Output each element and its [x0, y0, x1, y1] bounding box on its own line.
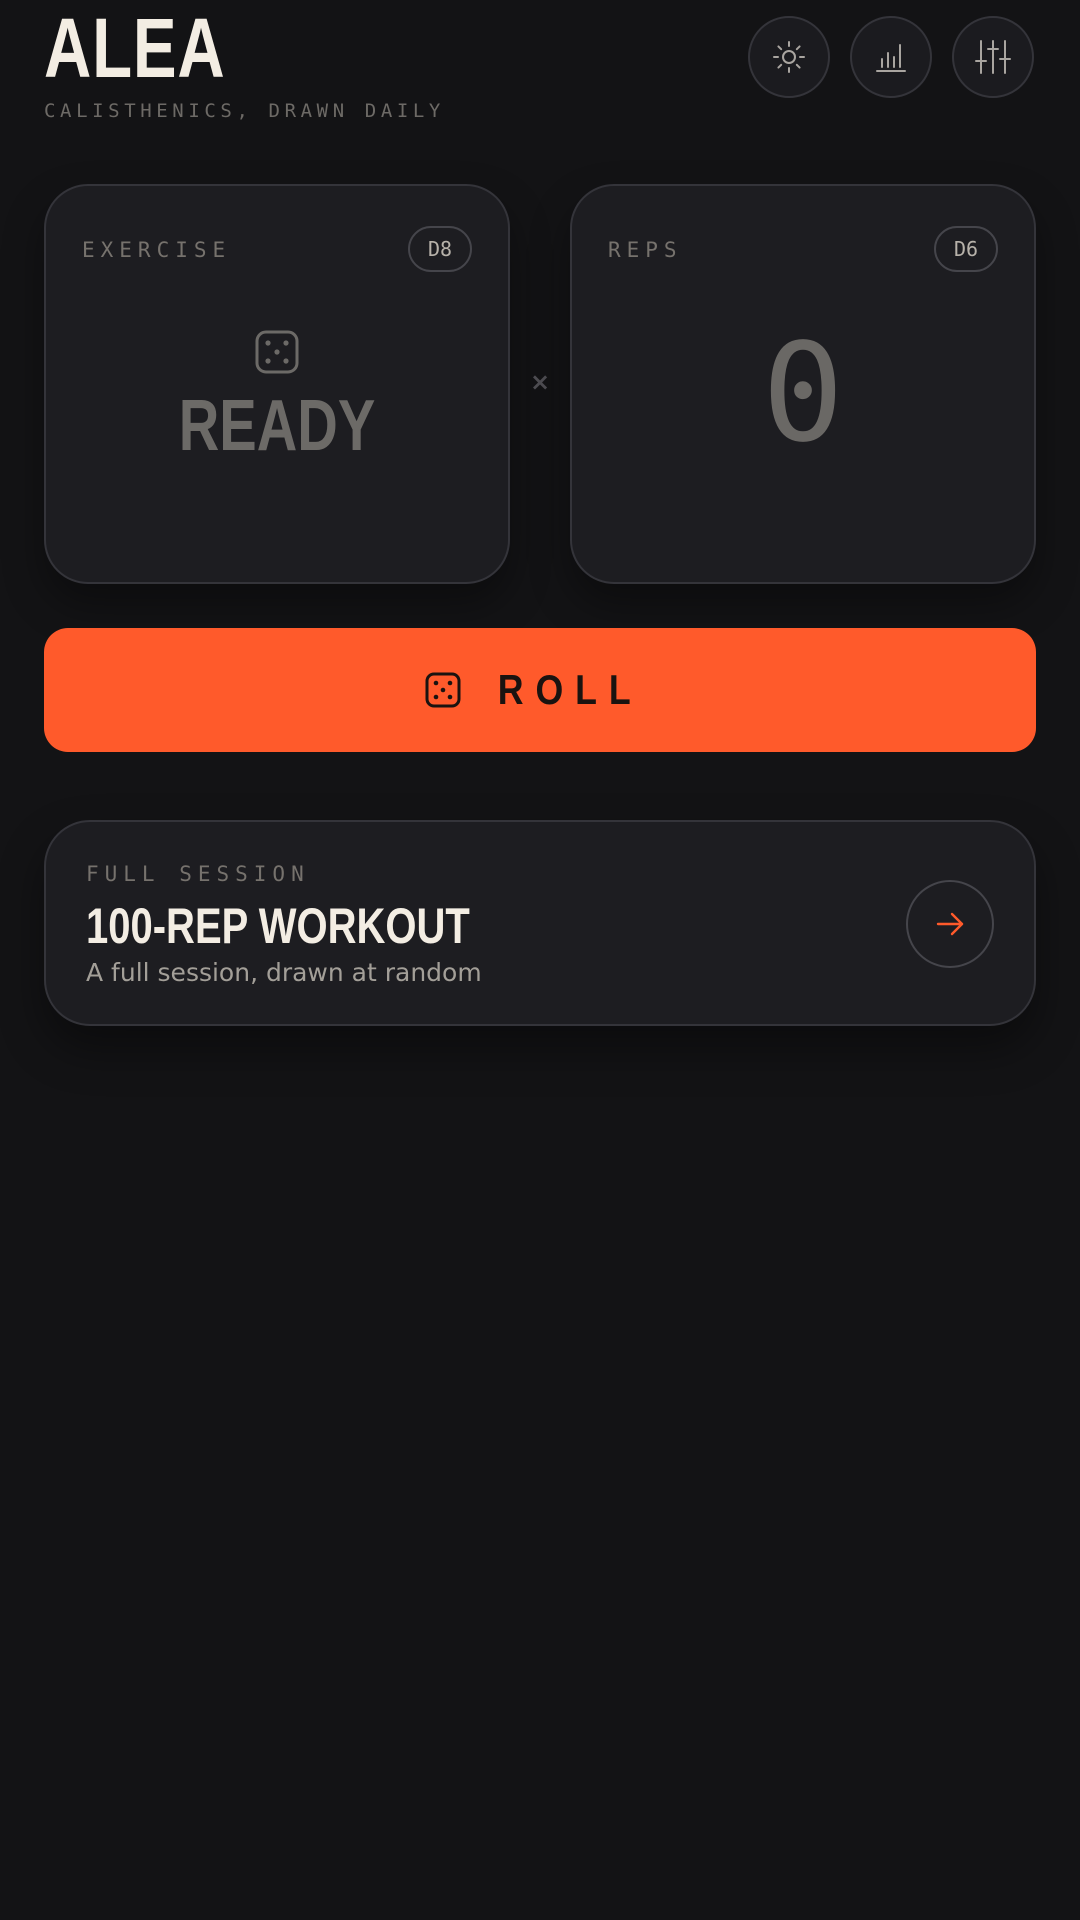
arrow-right-icon	[936, 912, 964, 936]
full-session-card[interactable]: FULL SESSION 100-REP WORKOUT A full sess…	[44, 820, 1036, 1026]
theme-toggle-button[interactable]	[748, 16, 830, 98]
dice-five-icon	[255, 330, 299, 378]
dice-five-icon	[425, 672, 461, 708]
exercise-die-badge: D8	[408, 226, 472, 272]
roll-button[interactable]: ROLL	[44, 628, 1036, 752]
sun-icon	[773, 41, 805, 73]
brand-tagline: CALISTHENICS, DRAWN DAILY	[44, 100, 445, 122]
session-title: 100-REP WORKOUT	[86, 898, 470, 954]
reps-value: 0	[762, 315, 844, 473]
reps-label: REPS	[608, 238, 683, 262]
settings-button[interactable]	[952, 16, 1034, 98]
reps-die-badge: D6	[934, 226, 998, 272]
exercise-label: EXERCISE	[82, 238, 232, 262]
app-root: ALEA CALISTHENICS, DRAWN DAILY EXERCISE …	[0, 0, 1080, 1920]
session-eyebrow: FULL SESSION	[86, 862, 310, 886]
roll-label: ROLL	[497, 666, 643, 713]
sliders-icon	[975, 40, 1011, 74]
stats-button[interactable]	[850, 16, 932, 98]
brand-logo: ALEA	[44, 1, 226, 95]
exercise-card: EXERCISE D8 READY	[44, 184, 510, 584]
start-session-button[interactable]	[906, 880, 994, 968]
reps-card: REPS D6 0	[570, 184, 1036, 584]
exercise-value: READY	[178, 386, 376, 466]
multiplier-sign: ×	[529, 368, 551, 396]
session-subtitle: A full session, drawn at random	[86, 958, 482, 987]
bar-chart-icon	[876, 44, 906, 72]
